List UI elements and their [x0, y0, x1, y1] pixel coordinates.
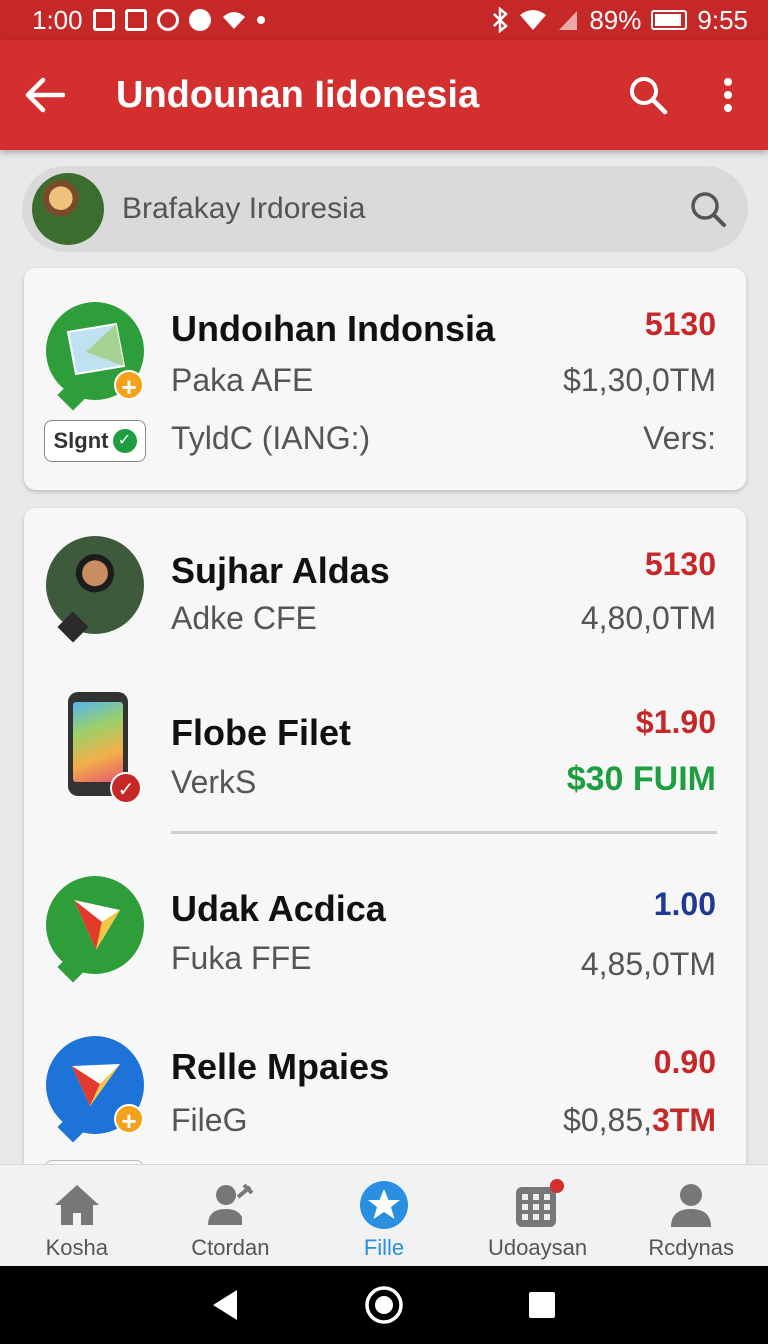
bluetooth-icon — [493, 7, 509, 33]
status-time-right: 9:55 — [697, 4, 748, 35]
nav-item-ctordan[interactable]: Ctordan — [154, 1165, 308, 1266]
back-button[interactable] — [0, 40, 90, 150]
person-icon — [671, 1184, 712, 1227]
check-icon: ✓ — [110, 772, 142, 804]
card-extra: Vers: — [643, 420, 716, 456]
more-vert-icon — [724, 78, 732, 112]
list-item[interactable]: + Relle Mpaies FileG 0.90 $0,85,3TM — [24, 1018, 746, 1168]
list-item[interactable]: Udak Acdica Fuka FFE 1.00 4,85,0TM — [24, 858, 746, 1008]
status-right: 89% 9:55 — [491, 5, 748, 36]
search-button[interactable] — [608, 40, 688, 150]
nav-label: Fille — [363, 1235, 405, 1260]
wifi-icon — [222, 12, 245, 29]
item-title: Sujhar Aldas — [171, 550, 390, 591]
item-value: $0,85,3TM — [563, 1102, 716, 1139]
item-title: Relle Mpaies — [171, 1046, 390, 1087]
list-item[interactable]: Sujhar Aldas Adke CFE 5130 4,80,0TM — [24, 508, 746, 668]
divider — [171, 831, 717, 834]
search-icon[interactable] — [688, 189, 728, 229]
card-subtitle: Paka AFE — [171, 362, 314, 398]
item-value: 4,80,0TM — [580, 600, 716, 636]
notification-dot — [549, 1179, 564, 1193]
nav-label: Kosha — [45, 1235, 108, 1260]
signed-tag-label: Slgnt — [53, 428, 109, 453]
phone-screen — [73, 702, 123, 782]
notification-icon — [92, 9, 115, 31]
item-subtitle: FileG — [171, 1102, 248, 1138]
navigation-icon — [74, 900, 120, 950]
recents-square-icon[interactable] — [527, 1290, 557, 1320]
more-options-button[interactable] — [688, 40, 768, 150]
nav-item-rcdynas[interactable]: Rcdynas — [614, 1165, 768, 1266]
app-bar: Undounan Iidonesia — [0, 40, 768, 150]
avatar[interactable] — [32, 173, 104, 245]
home-icon — [54, 1185, 99, 1225]
clock-icon — [156, 9, 179, 31]
back-triangle-icon[interactable] — [211, 1288, 241, 1322]
add-badge-icon: + — [114, 1104, 144, 1136]
signed-tag: Slgnt ✓ — [44, 420, 146, 462]
item-subtitle: VerkS — [171, 764, 257, 800]
nav-item-fille[interactable]: Fille — [307, 1165, 461, 1266]
message-icon — [124, 9, 147, 31]
item-title: Flobe Filet — [171, 712, 351, 753]
status-left: 1:00 — [32, 5, 265, 36]
person-avatar — [46, 536, 144, 634]
status-bar: 1:00 89% 9:55 — [0, 0, 768, 40]
more-notifications-icon — [256, 16, 265, 24]
card-detail: TyldC (IANG:) — [171, 420, 371, 456]
nav-item-udoaysan[interactable]: Udoaysan — [461, 1165, 615, 1266]
item-subtitle: Fuka FFE — [171, 940, 312, 976]
item-value-suffix: 3TM — [652, 1102, 716, 1138]
user-edit-icon — [208, 1183, 254, 1225]
cell-signal-icon — [559, 11, 578, 30]
list-card: Sujhar Aldas Adke CFE 5130 4,80,0TM ✓ Fl… — [24, 508, 746, 1208]
item-amount: 5130 — [644, 546, 716, 582]
item-value: 4,85,0TM — [580, 946, 716, 982]
featured-card[interactable]: + Slgnt ✓ Undoıhan Indonsia Paka AFE Tyl… — [24, 268, 746, 490]
item-amount: 1.00 — [653, 886, 716, 922]
item-title: Udak Acdica — [171, 888, 386, 929]
card-value: $1,30,0TM — [563, 362, 716, 398]
card-amount: 5130 — [644, 306, 716, 342]
item-value-prefix: $0,85, — [563, 1102, 652, 1138]
battery-percent: 89% — [589, 4, 642, 35]
card-title: Undoıhan Indonsia — [171, 308, 495, 349]
add-badge-icon: + — [114, 370, 144, 402]
nav-label: Ctordan — [191, 1235, 270, 1260]
search-bar[interactable]: Brafakay Irdoresia — [22, 166, 748, 252]
battery-icon — [651, 10, 688, 30]
bottom-navigation: Kosha Ctordan Fille Udoaysan Rcdynas — [0, 1164, 768, 1266]
system-navigation-bar — [0, 1266, 768, 1344]
nav-label: Udoaysan — [488, 1235, 588, 1260]
grid-icon-wrap — [512, 1179, 564, 1231]
nav-item-kosha[interactable]: Kosha — [0, 1165, 154, 1266]
nav-label: Rcdynas — [648, 1235, 734, 1260]
navigation-app-icon — [46, 876, 144, 974]
list-item[interactable]: ✓ Flobe Filet VerkS $1.90 $30 FUIM — [24, 678, 746, 828]
wifi-signal-icon — [520, 10, 547, 30]
item-amount: $1.90 — [635, 704, 716, 740]
search-input[interactable]: Brafakay Irdoresia — [122, 192, 688, 226]
page-title: Undounan Iidonesia — [116, 73, 480, 116]
search-icon — [630, 77, 668, 115]
item-amount: 0.90 — [653, 1044, 716, 1080]
back-arrow-icon — [25, 77, 65, 113]
home-circle-icon[interactable] — [364, 1285, 404, 1325]
star-icon — [359, 1181, 408, 1229]
status-time-left: 1:00 — [32, 4, 83, 35]
record-icon — [188, 9, 211, 31]
item-value: $30 FUIM — [566, 760, 716, 798]
item-subtitle: Adke CFE — [171, 600, 317, 636]
check-icon: ✓ — [112, 429, 137, 453]
